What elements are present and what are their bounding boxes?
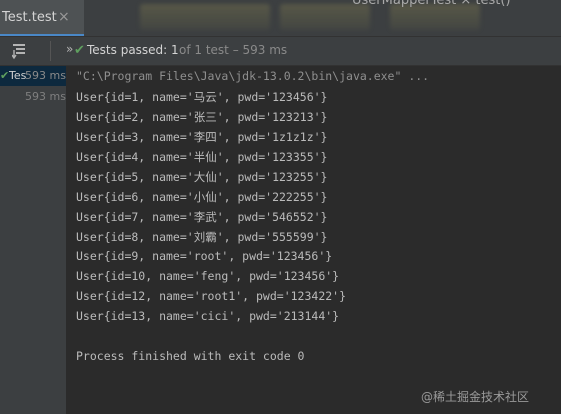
output-line: User{id=7, name='李武', pwd='546552'}: [76, 210, 328, 224]
sort-icon[interactable]: [12, 42, 26, 60]
tree-item-duration: 593 ms: [25, 90, 66, 103]
output-line: User{id=9, name='root', pwd='123456'}: [76, 249, 333, 263]
tests-passed-status: Tests passed: 1: [87, 43, 179, 57]
check-icon: ✔: [0, 69, 10, 82]
toolbar-divider: [50, 41, 51, 61]
output-line: User{id=10, name='feng', pwd='123456'}: [76, 269, 340, 283]
editor-tab-bar: Test.test × UserMapperTest × test(): [0, 0, 561, 37]
output-line: User{id=12, name='root1', pwd='123422'}: [76, 289, 347, 303]
output-line: User{id=2, name='张三', pwd='123213'}: [76, 110, 328, 124]
output-line: User{id=13, name='cici', pwd='213144'}: [76, 309, 340, 323]
watermark: @稀土掘金技术社区: [421, 390, 530, 404]
tree-item-label: Tes: [9, 69, 27, 82]
tree-item-duration: 593 ms: [25, 69, 66, 82]
command-line[interactable]: "C:\Program Files\Java\jdk-13.0.2\bin\ja…: [76, 69, 429, 83]
close-icon[interactable]: ×: [58, 9, 70, 25]
tab-title: Test.test: [2, 10, 57, 25]
expand-icon[interactable]: »: [66, 42, 73, 56]
output-line: User{id=3, name='李四', pwd='1z1z1z'}: [76, 130, 328, 144]
exit-message: Process finished with exit code 0: [76, 349, 305, 363]
test-toolbar: » ✔ Tests passed: 1 of 1 test – 593 ms: [0, 37, 561, 66]
output-line: User{id=5, name='大仙', pwd='123255'}: [76, 170, 328, 184]
tab-test[interactable]: Test.test ×: [0, 0, 84, 36]
output-line: User{id=1, name='马云', pwd='123456'}: [76, 90, 328, 104]
output-line: User{id=6, name='小仙', pwd='222255'}: [76, 190, 328, 204]
tests-passed-detail: of 1 test – 593 ms: [179, 43, 288, 57]
tab-user-mapper-test[interactable]: UserMapperTest × test(): [352, 0, 511, 8]
blurred-background: [140, 4, 270, 30]
test-tree-panel: ✔ Tes 593 ms 593 ms: [0, 66, 66, 414]
output-line: User{id=4, name='半仙', pwd='123355'}: [76, 150, 328, 164]
console-output[interactable]: "C:\Program Files\Java\jdk-13.0.2\bin\ja…: [67, 66, 561, 414]
check-icon: ✔: [74, 43, 85, 58]
output-line: User{id=8, name='刘霸', pwd='555599'}: [76, 230, 328, 244]
